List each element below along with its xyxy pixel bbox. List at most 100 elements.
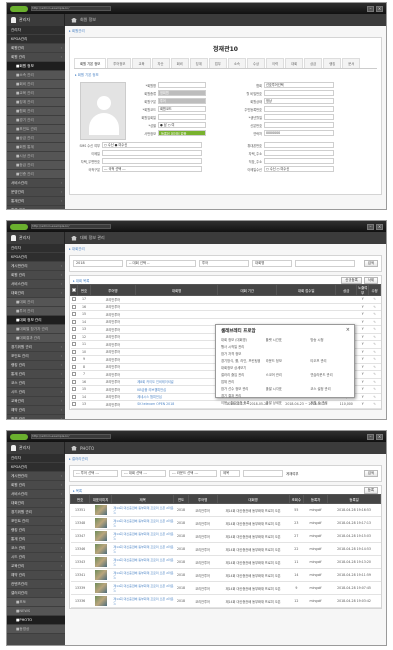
photo-thumbnail[interactable] <box>94 596 107 606</box>
column-header[interactable]: 수정 <box>368 284 381 296</box>
popup-menu-item[interactable]: 티오프 관리 <box>310 358 349 364</box>
edit-cell[interactable]: ✎ <box>368 400 381 409</box>
edit-icon[interactable]: ✎ <box>373 402 376 406</box>
title-filter-select[interactable]: 제목 <box>220 470 240 477</box>
field-input[interactable] <box>264 150 334 156</box>
home-icon[interactable] <box>71 235 77 241</box>
keyword-input[interactable] <box>243 470 283 477</box>
sidebar-item[interactable]: 관리자 <box>7 26 65 35</box>
cell-name[interactable] <box>135 340 218 349</box>
sidebar-item[interactable]: 회원 관리 › <box>7 271 65 280</box>
sidebar-item[interactable]: ■포인트 관리 <box>7 125 65 134</box>
cell-name[interactable] <box>135 318 218 326</box>
popup-menu-item[interactable]: 출발 상세표 <box>266 400 305 406</box>
field-input[interactable]: --- 국적 선택 --- <box>102 166 202 172</box>
table-row[interactable]: 13343 제14회 대신증권배 동부화재 프로미 오픈 2라운드 2018 코리안투… <box>70 555 381 569</box>
cell-title[interactable]: 제14회 대신증권배 동부화재 프로미 오픈 2라운드 <box>111 568 174 582</box>
photo-thumbnail[interactable] <box>94 544 107 554</box>
popup-menu-item[interactable]: 연습라운드 관리 <box>310 372 349 378</box>
column-header[interactable]: 번호 <box>77 284 92 296</box>
row-checkbox-cell[interactable] <box>70 333 78 341</box>
column-header[interactable]: 대표이미지 <box>89 494 112 504</box>
edit-cell[interactable]: ✎ <box>368 355 381 364</box>
row-checkbox[interactable] <box>72 364 77 369</box>
row-checkbox-cell[interactable] <box>70 378 78 386</box>
row-checkbox-cell[interactable] <box>70 363 78 371</box>
close-icon[interactable]: × <box>376 223 383 230</box>
table-row[interactable]: 17 코리안투어 Y ✎ <box>70 295 381 304</box>
sidebar-item[interactable]: 통계 관리 › <box>7 370 65 379</box>
edit-icon[interactable]: ✎ <box>373 387 376 391</box>
address-bar[interactable]: http://admin.example.kr/ <box>31 434 111 439</box>
cell-name[interactable] <box>135 303 218 311</box>
detail-tab[interactable]: 문서 <box>342 58 361 68</box>
popup-menu-item[interactable]: 이용 / 출입인증 등록 <box>221 400 260 406</box>
table-row[interactable]: 16 코리안투어 Y ✎ <box>70 303 381 311</box>
row-checkbox-cell[interactable] <box>70 370 78 379</box>
sidebar-item[interactable]: 예약 관리 › <box>7 571 65 580</box>
sidebar-item[interactable]: ■상금 관리 <box>7 134 65 143</box>
home-icon[interactable] <box>71 445 77 451</box>
field-input[interactable] <box>264 142 334 148</box>
thumbnail-cell[interactable] <box>89 594 112 608</box>
row-checkbox[interactable] <box>72 334 77 339</box>
edit-cell[interactable]: ✎ <box>368 318 381 326</box>
cell-title[interactable]: 제14회 대신증권배 동부화재 프로미 오픈 2라운드 <box>111 594 174 608</box>
popup-menu-item[interactable]: 출발 시각표 <box>266 386 305 392</box>
sidebar-item[interactable]: ■회비 관리 <box>7 80 65 89</box>
edit-cell[interactable]: ✎ <box>368 333 381 341</box>
row-checkbox-cell[interactable] <box>70 318 78 326</box>
photo-thumbnail[interactable] <box>94 531 107 541</box>
sidebar-item[interactable]: ■인증 관리 <box>7 170 65 179</box>
detail-tab[interactable]: 투어정보 <box>107 58 132 68</box>
tour-select[interactable]: --- 투어 선택 --- <box>73 470 118 477</box>
cell-title[interactable]: 제14회 대신증권배 동부화재 프로미 오픈 2라운드 <box>111 542 174 556</box>
sidebar-item[interactable]: ■대회별 참가자 관리 <box>7 325 65 334</box>
cell-name[interactable]: KB금융 리브챔피언십 <box>135 385 218 394</box>
popup-menu-item[interactable]: 참가 자격 정보 <box>221 351 260 357</box>
field-input[interactable] <box>264 158 334 164</box>
popup-menu-item[interactable]: 방송 시청 <box>310 337 349 343</box>
field-input[interactable] <box>102 158 202 164</box>
edit-cell[interactable]: ✎ <box>368 370 381 379</box>
row-checkbox[interactable] <box>72 379 77 384</box>
popup-menu-item[interactable]: 후원 사 관리 <box>310 400 349 406</box>
photo-thumbnail[interactable] <box>94 518 107 528</box>
sidebar-item[interactable]: 대회관리 › <box>7 289 65 298</box>
sidebar-item[interactable]: 서비스관리 › <box>7 280 65 289</box>
row-checkbox[interactable] <box>72 372 77 377</box>
sidebar-item[interactable]: 운영관리 › <box>7 188 65 197</box>
popup-menu-item[interactable]: 코스 설정 관리 <box>310 386 349 392</box>
edit-icon[interactable]: ✎ <box>373 335 376 339</box>
sidebar-item[interactable]: 경기위원 관리 › <box>7 343 65 352</box>
column-header[interactable]: 연도 <box>173 494 189 504</box>
sidebar-item[interactable]: 관리자 <box>7 244 65 253</box>
edit-icon[interactable]: ✎ <box>373 350 376 354</box>
popup-menu-item[interactable]: 경기 결과 관리 <box>221 393 260 399</box>
sidebar-item[interactable]: 갤러리관리 › <box>7 589 65 598</box>
popup-menu-item[interactable]: 업체 관리 <box>221 379 260 385</box>
row-checkbox-cell[interactable] <box>70 310 78 319</box>
sidebar-item[interactable]: ■투어 관리 <box>7 307 65 316</box>
address-bar[interactable]: http://admin.example.kr/ <box>31 6 111 11</box>
cell-name[interactable] <box>135 363 218 371</box>
row-checkbox[interactable] <box>72 402 77 407</box>
member-photo-placeholder[interactable] <box>80 82 126 140</box>
field-input[interactable] <box>264 122 334 128</box>
delete-button[interactable]: 삭제 <box>363 276 378 284</box>
field-input[interactable]: ● 남 ○ 여 <box>158 122 206 128</box>
field-input[interactable]: 투어 <box>158 98 206 104</box>
detail-tab[interactable]: 회원 기본 정보 <box>74 58 107 68</box>
detail-tab[interactable]: 자산 <box>151 58 170 68</box>
table-row[interactable]: 13336 제14회 대신증권배 동부화재 프로미 오픈 2라운드 2018 코리안투… <box>70 594 381 608</box>
row-checkbox[interactable] <box>72 312 77 317</box>
field-input[interactable] <box>264 90 334 96</box>
row-checkbox-cell[interactable] <box>70 400 78 409</box>
row-checkbox[interactable] <box>72 387 77 392</box>
field-input[interactable]: 정상 <box>264 98 334 104</box>
sidebar-item[interactable]: 코스 관리 › <box>7 544 65 553</box>
address-bar[interactable]: http://admin.example.kr/ <box>31 224 111 229</box>
event-select[interactable]: --- 대회 선택 --- <box>121 470 166 477</box>
minimize-icon[interactable]: – <box>367 223 374 230</box>
row-checkbox-cell[interactable] <box>70 325 78 334</box>
